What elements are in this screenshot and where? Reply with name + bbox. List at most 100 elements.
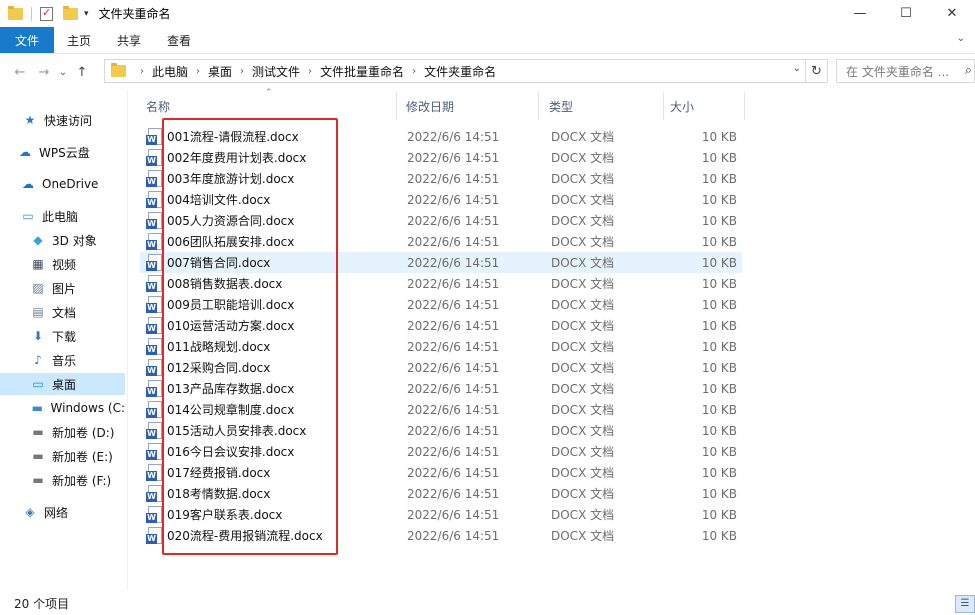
word-document-icon bbox=[146, 317, 162, 334]
forward-button[interactable]: → bbox=[32, 65, 56, 80]
breadcrumb: › 此电脑 › 桌面 › 测试文件 › 文件批量重命名 › 文件夹重命名 bbox=[126, 63, 496, 80]
word-document-icon bbox=[146, 443, 162, 460]
breadcrumb-separator-icon[interactable]: › bbox=[240, 66, 244, 77]
file-size: 10 KB bbox=[701, 192, 737, 207]
sidebar-item[interactable]: ♪ 音乐 bbox=[0, 349, 125, 371]
close-button[interactable]: ✕ bbox=[929, 0, 975, 27]
word-document-icon bbox=[146, 401, 162, 418]
picture-icon: ▨ bbox=[32, 281, 44, 295]
sidebar-item-label: 网络 bbox=[44, 505, 69, 520]
tab-share[interactable]: 共享 bbox=[104, 27, 154, 53]
status-bar: 20 个项目 ☰ bbox=[0, 592, 975, 615]
folder-icon bbox=[8, 5, 23, 20]
customize-toolbar-icon[interactable]: ▾ bbox=[84, 9, 89, 19]
breadcrumb-item[interactable]: 此电脑 bbox=[152, 63, 188, 80]
breadcrumb-separator-icon[interactable]: › bbox=[140, 66, 144, 77]
column-divider[interactable] bbox=[538, 92, 539, 120]
network-icon: ◈ bbox=[25, 505, 35, 519]
refresh-button[interactable]: ↻ bbox=[806, 59, 828, 83]
sidebar-item[interactable]: ▬ 新加卷 (D:) bbox=[0, 421, 125, 443]
word-document-icon bbox=[146, 149, 162, 166]
sidebar-item[interactable]: ☁ OneDrive bbox=[0, 173, 125, 195]
search-placeholder: 在 文件夹重命名 ... bbox=[846, 64, 950, 79]
music-icon: ♪ bbox=[34, 353, 42, 367]
sidebar-item[interactable]: ★ 快速访问 bbox=[0, 109, 125, 131]
sidebar-item[interactable]: ▦ 视频 bbox=[0, 253, 125, 275]
address-bar[interactable]: › 此电脑 › 桌面 › 测试文件 › 文件批量重命名 › 文件夹重命名 ⌄ bbox=[104, 59, 806, 83]
column-divider[interactable] bbox=[396, 92, 397, 120]
file-type: DOCX 文档 bbox=[551, 424, 615, 438]
new-folder-icon[interactable] bbox=[63, 5, 78, 20]
word-document-icon bbox=[146, 275, 162, 292]
file-type: DOCX 文档 bbox=[551, 529, 615, 543]
title-bar: ▾ 文件夹重命名 — ☐ ✕ bbox=[0, 0, 975, 27]
drive-icon: ▬ bbox=[32, 473, 44, 487]
sidebar-item-label: 文档 bbox=[52, 305, 77, 320]
breadcrumb-item[interactable]: 测试文件 bbox=[252, 63, 300, 80]
sidebar-item[interactable]: ▬ 新加卷 (E:) bbox=[0, 445, 125, 467]
breadcrumb-item[interactable]: 桌面 bbox=[208, 63, 232, 80]
breadcrumb-item[interactable]: 文件夹重命名 bbox=[424, 63, 496, 80]
breadcrumb-item[interactable]: 文件批量重命名 bbox=[320, 63, 404, 80]
tab-file[interactable]: 文件 bbox=[0, 27, 54, 53]
breadcrumb-separator-icon[interactable]: › bbox=[412, 66, 416, 77]
file-size: 10 KB bbox=[701, 276, 737, 291]
column-header-type[interactable]: 类型 bbox=[541, 92, 656, 120]
column-headers: 名称 修改日期 类型 大小 bbox=[138, 92, 748, 120]
file-type: DOCX 文档 bbox=[551, 277, 615, 291]
breadcrumb-separator-icon[interactable]: › bbox=[308, 66, 312, 77]
file-type: DOCX 文档 bbox=[551, 445, 615, 459]
file-type: DOCX 文档 bbox=[551, 256, 615, 270]
file-date: 2022/6/6 14:51 bbox=[407, 192, 500, 207]
file-type: DOCX 文档 bbox=[551, 382, 615, 396]
window-title: 文件夹重命名 bbox=[98, 7, 171, 21]
column-header-size[interactable]: 大小 bbox=[662, 92, 742, 120]
file-size: 10 KB bbox=[701, 486, 737, 501]
file-date: 2022/6/6 14:51 bbox=[407, 402, 500, 417]
file-date: 2022/6/6 14:51 bbox=[407, 360, 500, 375]
word-document-icon bbox=[146, 506, 162, 523]
file-size: 10 KB bbox=[701, 234, 737, 249]
file-date: 2022/6/6 14:51 bbox=[407, 171, 500, 186]
view-switcher: ☰ bbox=[955, 595, 975, 613]
chevron-down-icon[interactable]: ⌄ bbox=[793, 63, 801, 74]
word-document-icon bbox=[146, 422, 162, 439]
properties-icon[interactable] bbox=[40, 6, 53, 21]
column-divider[interactable] bbox=[744, 92, 745, 120]
file-date: 2022/6/6 14:51 bbox=[407, 129, 500, 144]
word-document-icon bbox=[146, 485, 162, 502]
sidebar-item-label: 下载 bbox=[52, 329, 77, 344]
word-document-icon bbox=[146, 170, 162, 187]
breadcrumb-separator-icon[interactable]: › bbox=[196, 66, 200, 77]
sidebar-item[interactable]: ☁ WPS云盘 bbox=[0, 141, 125, 163]
maximize-button[interactable]: ☐ bbox=[883, 0, 929, 27]
sidebar-item[interactable]: ◆ 3D 对象 bbox=[0, 229, 125, 251]
folder-icon bbox=[111, 63, 126, 77]
sidebar-item[interactable]: ▬ 新加卷 (F:) bbox=[0, 469, 125, 491]
recent-locations-button[interactable]: ⌄ bbox=[56, 67, 70, 78]
sidebar-item[interactable]: ▭ 此电脑 bbox=[0, 205, 125, 227]
sidebar-item-label: 新加卷 (F:) bbox=[52, 473, 112, 488]
file-type: DOCX 文档 bbox=[551, 361, 615, 375]
file-date: 2022/6/6 14:51 bbox=[407, 339, 500, 354]
details-view-icon[interactable]: ☰ bbox=[955, 595, 975, 613]
column-header-name[interactable]: 名称 bbox=[138, 92, 396, 120]
video-icon: ▦ bbox=[32, 257, 44, 271]
minimize-button[interactable]: — bbox=[837, 0, 883, 27]
search-input[interactable]: 在 文件夹重命名 ... ⌕ bbox=[836, 59, 975, 83]
sidebar-item[interactable]: ▬ Windows (C: bbox=[0, 397, 125, 419]
tab-view[interactable]: 查看 bbox=[154, 27, 204, 53]
sidebar-item[interactable]: ▤ 文档 bbox=[0, 301, 125, 323]
tab-home[interactable]: 主页 bbox=[54, 27, 104, 53]
sidebar-item[interactable]: ▭ 桌面 bbox=[0, 373, 125, 395]
back-button[interactable]: ← bbox=[8, 65, 32, 80]
file-size: 10 KB bbox=[701, 360, 737, 375]
expand-ribbon-icon[interactable]: ⌄ bbox=[957, 33, 965, 44]
file-date: 2022/6/6 14:51 bbox=[407, 507, 500, 522]
up-button[interactable]: ↑ bbox=[70, 65, 94, 80]
sidebar-item[interactable]: ◈ 网络 bbox=[0, 501, 125, 523]
sidebar-item[interactable]: ▨ 图片 bbox=[0, 277, 125, 299]
sidebar-item[interactable]: ⬇ 下载 bbox=[0, 325, 125, 347]
search-icon[interactable]: ⌕ bbox=[965, 63, 972, 78]
column-header-date[interactable]: 修改日期 bbox=[398, 92, 538, 120]
